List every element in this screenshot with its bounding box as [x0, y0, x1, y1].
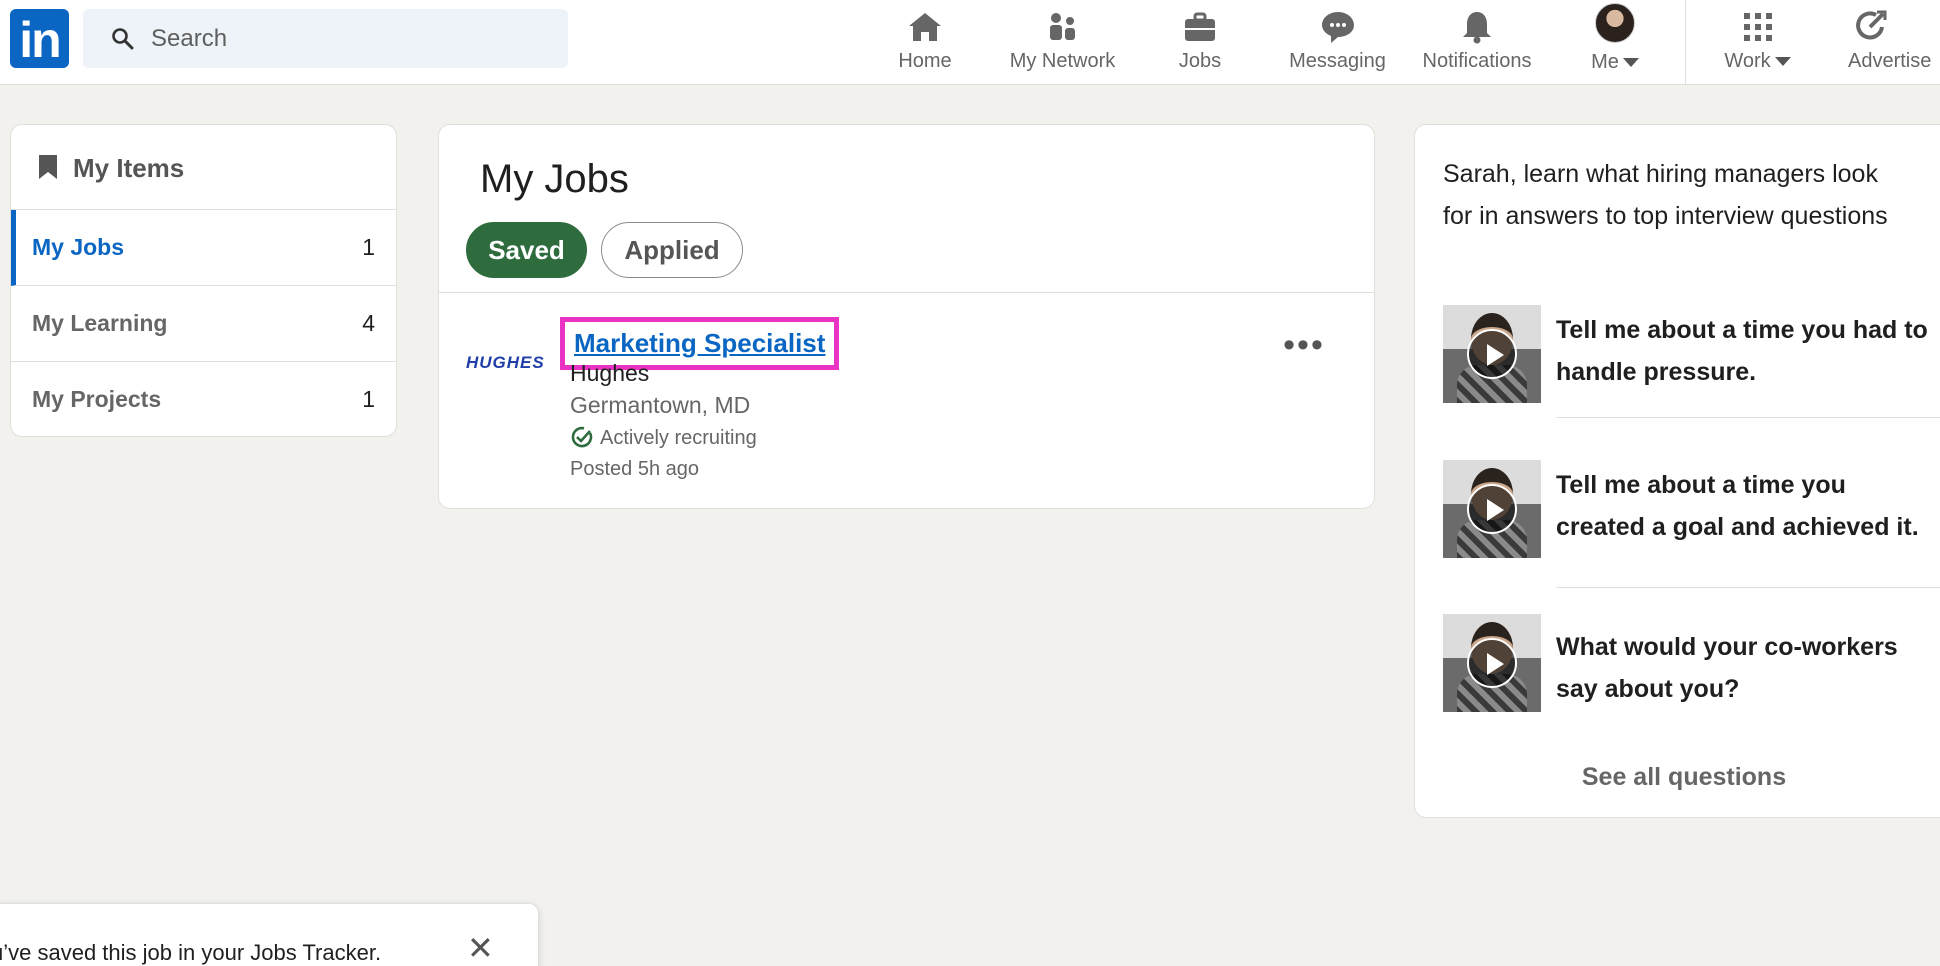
job-status-label: Actively recruiting	[600, 427, 757, 449]
video-thumbnail[interactable]	[1443, 614, 1541, 712]
nav-my-network[interactable]: My Network	[995, 0, 1130, 85]
chevron-down-icon	[1774, 57, 1791, 67]
nav-work[interactable]: Work	[1710, 0, 1805, 85]
page-title: My Jobs	[480, 157, 629, 201]
tab-applied[interactable]: Applied	[601, 222, 743, 278]
sidebar-item-my-projects[interactable]: My Projects 1	[11, 362, 396, 438]
my-items-card: My Items My Jobs 1 My Learning 4 My Proj…	[10, 124, 397, 437]
nav-notifications[interactable]: Notifications	[1413, 0, 1541, 85]
nav-home[interactable]: Home	[880, 0, 970, 85]
nav-work-label-wrap: Work	[1710, 50, 1805, 73]
my-jobs-card: My Jobs Saved Applied HUGHES Marketing S…	[438, 124, 1375, 509]
job-posted-time: Posted 5h ago	[570, 458, 699, 480]
nav-me-label-wrap: Me	[1575, 51, 1655, 74]
sidebar-item-my-learning[interactable]: My Learning 4	[11, 286, 396, 362]
chevron-down-icon	[1622, 58, 1639, 68]
play-icon[interactable]	[1467, 329, 1517, 379]
job-location: Germantown, MD	[570, 392, 751, 418]
advertise-icon	[1856, 10, 1887, 40]
my-items-title: My Items	[73, 153, 185, 183]
play-icon[interactable]	[1467, 638, 1517, 688]
play-icon[interactable]	[1467, 484, 1517, 534]
grid-icon	[1743, 13, 1772, 41]
more-options-icon[interactable]: •••	[1279, 328, 1329, 365]
interview-prep-card: Sarah, learn what hiring managers look f…	[1414, 124, 1940, 818]
sidebar-item-label: My Projects	[32, 386, 162, 412]
nav-my-network-label: My Network	[1009, 50, 1116, 72]
search-icon	[112, 28, 134, 50]
interview-question-text[interactable]: Tell me about a time you had to handle p…	[1556, 309, 1936, 393]
divider	[1556, 587, 1940, 588]
sidebar-item-my-jobs[interactable]: My Jobs 1	[11, 210, 396, 286]
nav-messaging-label: Messaging	[1289, 50, 1386, 72]
nav-jobs[interactable]: Jobs	[1160, 0, 1240, 85]
divider	[1556, 417, 1940, 418]
avatar	[1595, 3, 1635, 43]
nav-work-label: Work	[1724, 50, 1771, 72]
bookmark-icon	[39, 155, 57, 179]
divider	[439, 292, 1374, 293]
briefcase-icon	[1185, 12, 1215, 41]
network-icon	[1049, 13, 1075, 40]
sidebar-item-count: 1	[362, 386, 375, 412]
search-input[interactable]	[151, 9, 551, 68]
messaging-icon	[1321, 12, 1354, 43]
linkedin-logo[interactable]: in	[10, 9, 69, 68]
interview-question-text[interactable]: Tell me about a time you created a goal …	[1556, 464, 1936, 548]
sidebar-item-count: 4	[362, 310, 375, 336]
nav-advertise-label: Advertise	[1848, 50, 1932, 72]
job-status: Actively recruiting	[570, 425, 757, 450]
recruiting-check-icon	[571, 426, 593, 448]
nav-home-label: Home	[898, 50, 952, 72]
close-icon[interactable]: ✕	[467, 932, 494, 964]
job-company: Hughes	[570, 360, 650, 386]
see-all-questions-link[interactable]: See all questions	[1415, 763, 1940, 792]
video-thumbnail[interactable]	[1443, 305, 1541, 403]
nav-divider	[1685, 0, 1686, 85]
nav-me[interactable]: Me	[1575, 0, 1655, 85]
toast-message: u’ve saved this job in your Jobs Tracker…	[0, 940, 382, 965]
nav-jobs-label: Jobs	[1178, 50, 1222, 72]
sidebar-item-count: 1	[362, 234, 375, 260]
nav-me-label: Me	[1591, 51, 1619, 73]
interview-prep-intro: Sarah, learn what hiring managers look f…	[1443, 160, 1888, 230]
bell-icon	[1463, 12, 1491, 44]
interview-question-text[interactable]: What would your co-workers say about you…	[1556, 626, 1936, 710]
search-bar[interactable]	[83, 9, 568, 68]
saved-job-toast: u’ve saved this job in your Jobs Tracker…	[0, 903, 539, 966]
sidebar-item-label: My Jobs	[32, 234, 125, 260]
nav-messaging[interactable]: Messaging	[1280, 0, 1395, 85]
home-icon	[909, 13, 941, 41]
sidebar-item-label: My Learning	[32, 310, 168, 336]
top-nav: in Home My Network Jobs Messaging Notifi…	[0, 0, 1940, 85]
nav-advertise[interactable]: Advertise	[1840, 0, 1940, 85]
company-logo[interactable]: HUGHES	[466, 353, 551, 377]
my-items-header: My Items	[11, 125, 396, 210]
video-thumbnail[interactable]	[1443, 460, 1541, 558]
tab-saved[interactable]: Saved	[466, 222, 587, 278]
nav-notifications-label: Notifications	[1422, 50, 1532, 72]
